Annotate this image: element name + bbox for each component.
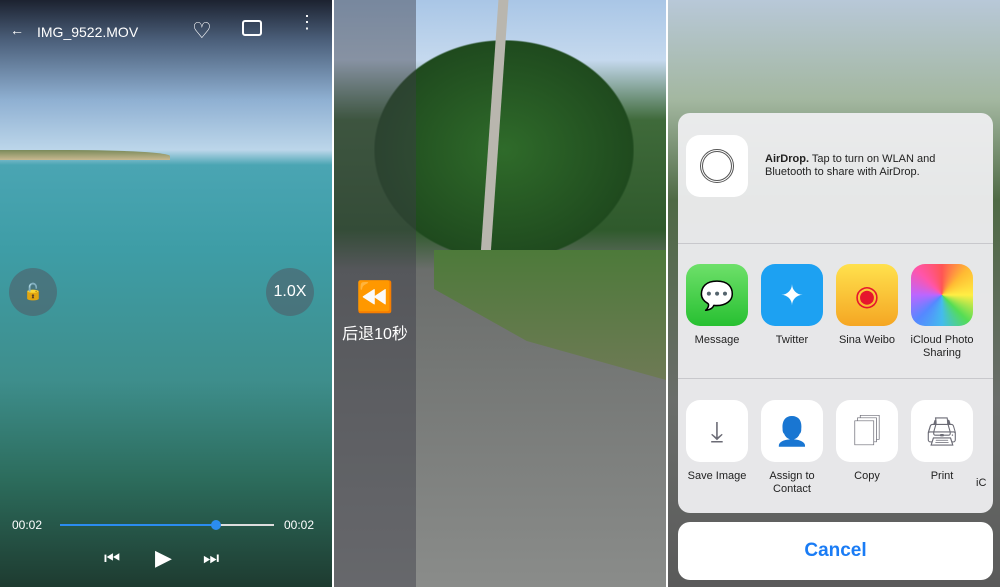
- play-icon[interactable]: ▶: [155, 545, 172, 571]
- divider: [678, 378, 993, 379]
- airdrop-title: AirDrop.: [765, 153, 809, 165]
- contact-icon: 👤: [761, 400, 823, 462]
- current-time: 00:02: [12, 518, 43, 532]
- seek-bar[interactable]: [60, 520, 274, 530]
- save-image-icon: ⤓: [686, 400, 748, 462]
- share-app-icloud-photo[interactable]: iCloud Photo Sharing: [909, 264, 975, 360]
- grass: [434, 250, 666, 380]
- airdrop-text: AirDrop. Tap to turn on WLAN and Bluetoo…: [765, 153, 980, 179]
- video-title: IMG_9522.MOV: [37, 24, 139, 40]
- share-app-sina-weibo[interactable]: ◉ Sina Weibo: [834, 264, 900, 347]
- action-partial[interactable]: iC: [976, 477, 996, 490]
- action-label: Assign to Contact: [769, 470, 815, 495]
- action-save-image[interactable]: ⤓ Save Image: [684, 400, 750, 483]
- action-copy[interactable]: 🗍 Copy: [834, 400, 900, 483]
- action-label: Copy: [854, 470, 880, 482]
- print-icon: 🖨: [911, 400, 973, 462]
- airdrop-icon[interactable]: [686, 135, 748, 197]
- copy-icon: 🗍: [836, 400, 898, 462]
- app-label: Twitter: [775, 334, 809, 346]
- camera-icon[interactable]: [242, 20, 262, 36]
- action-label: Print: [930, 470, 954, 482]
- share-sheet: AirDrop. Tap to turn on WLAN and Bluetoo…: [678, 113, 993, 513]
- top-bar: ← IMG_9522.MOV ♡ ⋮: [0, 13, 332, 46]
- shoreline: [0, 150, 170, 160]
- action-print[interactable]: 🖨 Print: [909, 400, 975, 483]
- message-icon: 💬: [686, 264, 748, 326]
- rewind-label: 后退10秒: [342, 326, 408, 343]
- action-assign-contact[interactable]: 👤 Assign to Contact: [759, 400, 825, 496]
- next-icon[interactable]: ⏭: [203, 548, 219, 569]
- share-panel: AirDrop. Tap to turn on WLAN and Bluetoo…: [668, 0, 1000, 587]
- twitter-icon: ✦: [761, 264, 823, 326]
- app-label: iCloud Photo Sharing: [910, 334, 974, 359]
- app-label: Sina Weibo: [838, 334, 896, 346]
- back-icon[interactable]: ←: [10, 22, 24, 38]
- rewind-panel: ⏪ 后退10秒: [334, 0, 666, 587]
- action-label: iC: [976, 477, 987, 489]
- heart-icon[interactable]: ♡: [192, 18, 212, 44]
- speed-button[interactable]: 1.0X: [266, 268, 314, 316]
- weibo-icon: ◉: [836, 264, 898, 326]
- total-time: 00:02: [284, 518, 315, 532]
- photos-icon: [911, 264, 973, 326]
- divider: [678, 243, 993, 244]
- previous-icon[interactable]: ⏮: [104, 548, 120, 569]
- more-icon[interactable]: ⋮: [298, 13, 316, 31]
- rewind-icon: ⏪: [356, 281, 394, 314]
- share-app-twitter[interactable]: ✦ Twitter: [759, 264, 825, 347]
- lock-icon[interactable]: 🔓: [9, 268, 57, 316]
- video-player-panel: ← IMG_9522.MOV ♡ ⋮ 🔓 1.0X 00:02 00:02 ⏮ …: [0, 0, 332, 587]
- seek-handle[interactable]: [211, 520, 221, 530]
- share-app-message[interactable]: 💬 Message: [684, 264, 750, 347]
- action-label: Save Image: [687, 470, 747, 482]
- cancel-button[interactable]: Cancel: [678, 522, 993, 580]
- app-label: Message: [694, 334, 740, 346]
